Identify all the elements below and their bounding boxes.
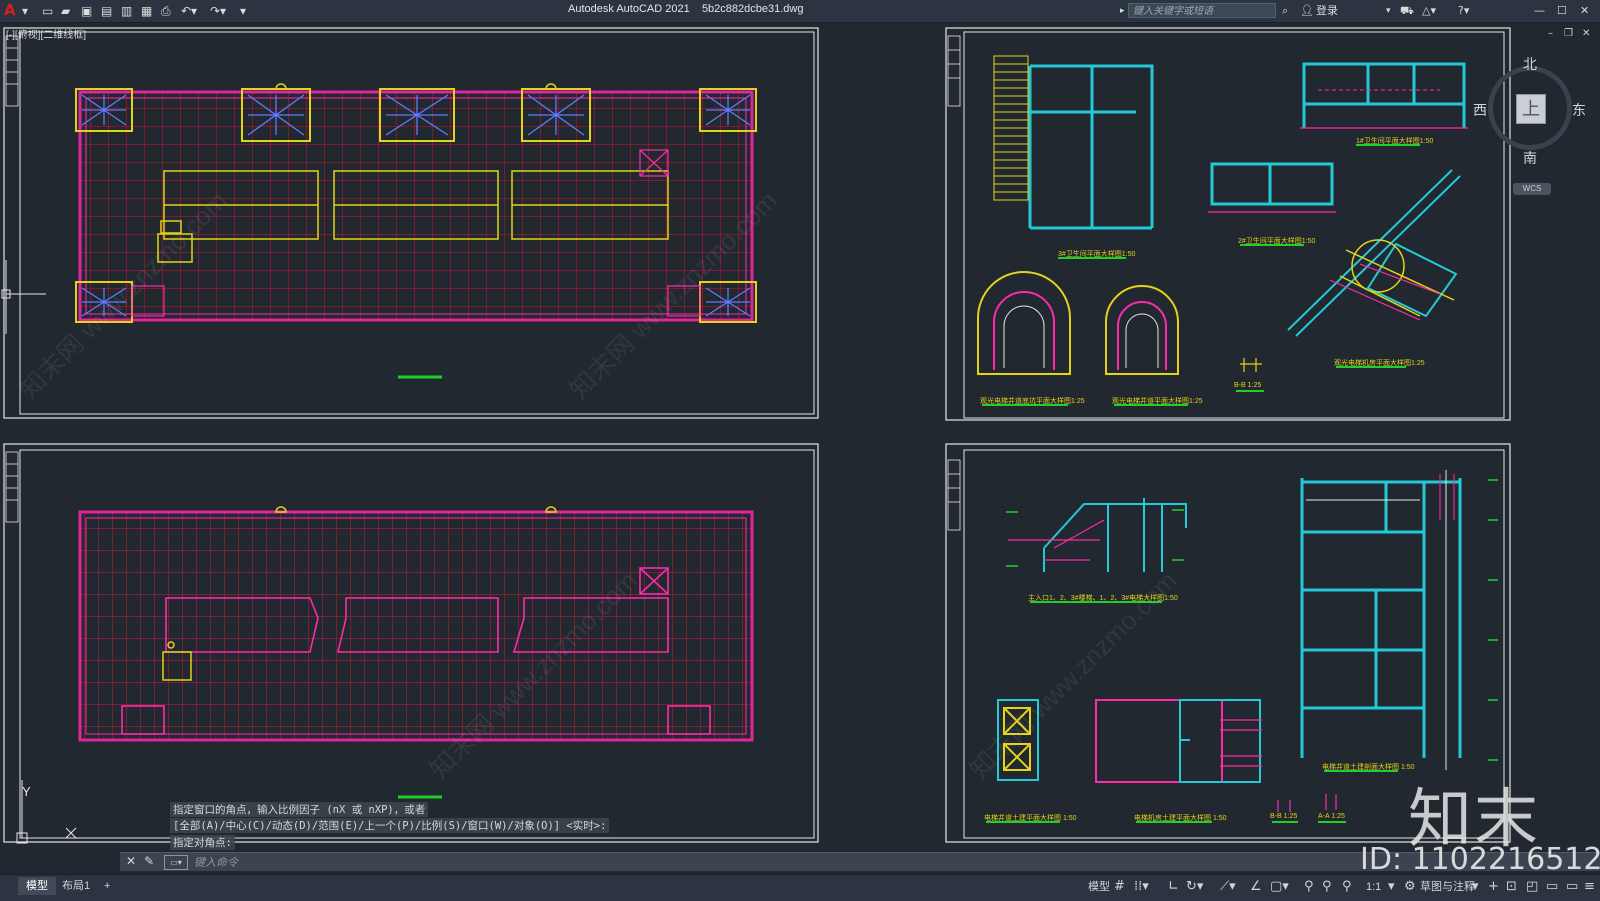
app-menu-arrow-icon[interactable]: ▾ [22, 3, 28, 19]
undo-icon[interactable]: ↶▾ [181, 3, 197, 19]
window-title: Autodesk AutoCAD 2021 5b2c882dcbe31.dwg [568, 3, 803, 15]
plot-preview-icon[interactable]: ▦ [141, 3, 152, 19]
layout-frame-roof-plan [3, 27, 819, 419]
close-button[interactable]: ✕ [1580, 3, 1589, 19]
units-icon[interactable]: ⊡ [1506, 878, 1517, 896]
label-toilet3: 3#卫生间平面大样图1:50 [1058, 251, 1136, 258]
isometric-icon[interactable]: ⟋▾ [1220, 878, 1236, 896]
compass-north[interactable]: 北 [1523, 54, 1537, 74]
wcs-menu[interactable]: WCS [1513, 183, 1551, 195]
command-history-line-3: 指定对角点: [170, 835, 235, 850]
crosshair-cursor [1, 260, 46, 334]
label-section-bb: B-B 1:25 [1270, 813, 1298, 820]
open-file-icon[interactable]: ▰ [61, 3, 70, 19]
ucs-y-axis-label: Y [22, 784, 31, 799]
customization-menu-icon[interactable]: ≡ [1584, 878, 1595, 896]
publish-icon[interactable]: ▥ [121, 3, 132, 19]
file-name: 5b2c882dcbe31.dwg [701, 3, 804, 15]
sign-in-dropdown-icon[interactable]: ▾ [1386, 3, 1391, 19]
annotation-visibility-icon[interactable]: ⚲ [1304, 878, 1314, 896]
label-section-aa: A-A 1:25 [1318, 813, 1345, 820]
command-history-line-1: 指定窗口的角点，输入比例因子 (nX 或 nXP)，或者 [170, 802, 429, 817]
save-as-icon[interactable]: ▤ [101, 3, 112, 19]
minimize-button[interactable]: — [1534, 3, 1545, 19]
label-elev-machine: 观光电梯机房平面大样图1:25 [1334, 360, 1425, 367]
title-bar: A ▾ ▭ ▰ ▣ ▤ ▥ ▦ ⎙ ↶▾ ↷▾ ▾ Autodesk AutoC… [0, 0, 1600, 23]
isolate-objects-icon[interactable]: ◰ [1526, 878, 1538, 896]
label-toilet2: 2#卫生间平面大样图1:50 [1238, 238, 1316, 245]
redo-icon[interactable]: ↷▾ [210, 3, 226, 19]
graphics-performance-icon[interactable]: ▭ [1546, 878, 1558, 896]
polar-tracking-icon[interactable]: ↻▾ [1186, 878, 1203, 896]
status-bar: 模型 布局1 + 模型 # ⁞⁞▾ ∟ ↻▾ ⟋▾ ∠ ▢▾ ⚲ ⚲ ⚲ 1:1… [0, 874, 1600, 901]
autocad-logo[interactable]: A [4, 2, 18, 18]
compass-east[interactable]: 东 [1572, 100, 1586, 120]
command-input[interactable]: 键入命令 [194, 854, 238, 870]
save-icon[interactable]: ▣ [81, 3, 92, 19]
grid-icon[interactable]: # [1114, 878, 1125, 896]
ortho-icon[interactable]: ∟ [1168, 878, 1179, 896]
add-layout-tab[interactable]: + [96, 877, 118, 895]
workspace-dropdown-icon[interactable]: ▾ [1472, 878, 1479, 896]
layout-frame-details-1 [945, 27, 1511, 421]
tab-model[interactable]: 模型 [18, 877, 56, 895]
annotation-scale[interactable]: 1:1 [1366, 879, 1381, 895]
compass-south[interactable]: 南 [1523, 148, 1537, 168]
label-elev-pit-top: 观光电梯井道底坑平面大样图1:25 [980, 398, 1085, 405]
drawing-canvas[interactable]: Y [0, 22, 1600, 852]
workspace-switch[interactable]: 草图与注释 [1420, 879, 1475, 895]
scale-dropdown-icon[interactable]: ▾ [1388, 878, 1395, 896]
compass-west[interactable]: 西 [1473, 100, 1487, 120]
label-elev-shaft-plan: 电梯井道土建平面大样图 1:50 [984, 815, 1077, 822]
plus-icon[interactable]: + [1488, 878, 1499, 896]
user-icon[interactable]: 👤︎ [1300, 3, 1314, 19]
snap-icon[interactable]: ⁞⁞▾ [1134, 878, 1149, 896]
customize-toolbar-icon[interactable]: ▾ [240, 3, 246, 19]
help-icon[interactable]: ?▾ [1458, 3, 1469, 19]
command-close-icon[interactable]: ✕ [126, 854, 136, 868]
viewcube[interactable]: 上 北 南 东 西 [1473, 56, 1586, 166]
workspace-gear-icon[interactable]: ⚙ [1404, 878, 1416, 896]
recent-commands-icon[interactable]: ▭▾ [164, 855, 188, 870]
label-elev-pit-bottom: 观光电梯井道平面大样图1:25 [1112, 398, 1203, 405]
search-icon[interactable]: ⌕ [1282, 3, 1288, 19]
new-file-icon[interactable]: ▭ [42, 3, 53, 19]
exchange-icon[interactable]: △▾ [1422, 3, 1436, 19]
object-snap-icon[interactable]: ▢▾ [1270, 878, 1289, 896]
label-elev-shaft-section: 电梯井道土建剖面大样图 1:50 [1322, 764, 1415, 771]
print-icon[interactable]: ⎙ [161, 3, 171, 19]
tab-layout1[interactable]: 布局1 [54, 877, 98, 895]
command-history-line-2: [全部(A)/中心(C)/动态(D)/范围(E)/上一个(P)/比例(S)/窗口… [170, 818, 610, 833]
object-snap-tracking-icon[interactable]: ∠ [1250, 878, 1262, 896]
fullscreen-icon[interactable]: ▭ [1566, 878, 1578, 896]
watermark-id: ID: 1102216512 [1360, 842, 1600, 877]
auto-scale-icon[interactable]: ⚲ [1322, 878, 1332, 896]
annotation-scale-icon[interactable]: ⚲ [1342, 878, 1352, 896]
layout-frame-floor-plan [3, 443, 819, 844]
search-expand-icon[interactable]: ▸ [1120, 3, 1125, 19]
label-toilet1: 1#卫生间平面大样图1:50 [1356, 138, 1434, 145]
model-space-toggle[interactable]: 模型 [1088, 879, 1110, 895]
app-title: Autodesk AutoCAD 2021 [568, 3, 690, 15]
search-input[interactable]: 键入关键字或短语 [1128, 3, 1276, 18]
viewcube-top-face[interactable]: 上 [1516, 94, 1546, 124]
command-customize-icon[interactable]: ✎ [144, 854, 154, 868]
cart-icon[interactable]: ⛟ [1400, 3, 1414, 19]
label-machine-room: 电梯机房土建平面大样图 1:50 [1134, 815, 1227, 822]
label-section-bb-small: B-B 1:25 [1234, 382, 1262, 389]
sign-in-link[interactable]: 登录 [1316, 3, 1338, 19]
maximize-button[interactable]: ☐ [1557, 3, 1567, 19]
